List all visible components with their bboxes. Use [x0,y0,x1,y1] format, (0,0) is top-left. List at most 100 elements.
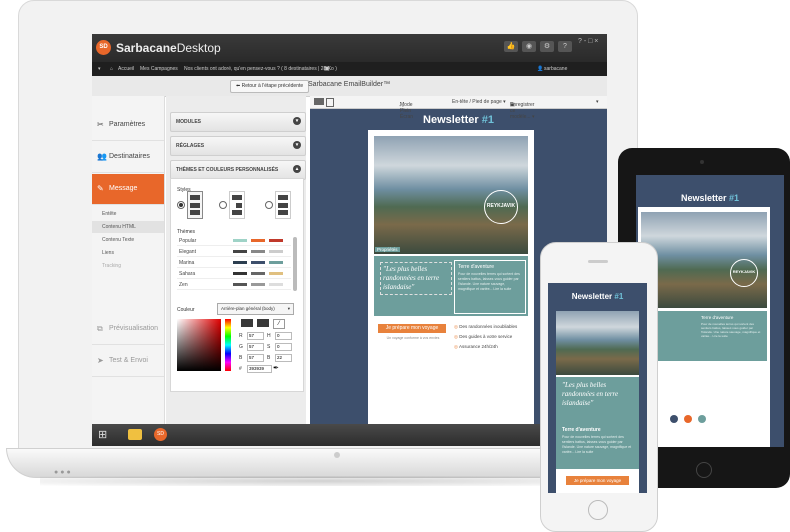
sidebar-item-test-envoi[interactable]: ➤ Test & Envoi [92,346,164,377]
theme-row[interactable]: Sahara [177,270,291,279]
theme-swatch [269,250,283,253]
theme-row[interactable]: Marina [177,259,291,268]
laptop-indicator-dots: ●●● [54,469,73,476]
h-label: H [267,333,271,339]
style-layout-2[interactable] [229,191,245,219]
preview-icon: ⧉ [97,324,103,333]
sidebar-item-message[interactable]: ✎ Message [92,174,164,205]
menu-icon[interactable]: ▾ [98,66,101,72]
tablet-badge: REYKJAVIK [730,259,758,287]
subitem-entete[interactable]: Entête [92,208,164,220]
properties-tag[interactable]: Propriétés [375,247,400,252]
settings-icon[interactable]: ⚙ [540,41,554,52]
tablet-newsletter-title: Newsletter #1 [680,193,740,203]
hue-slider[interactable] [225,319,231,371]
scissors-icon: ✂ [97,120,104,129]
brightness-input[interactable]: 22 [275,354,292,362]
r-input[interactable]: 57 [247,332,264,340]
style-layout-1[interactable] [187,191,203,219]
start-icon[interactable]: ⊞ [98,428,107,441]
app-taskbar-icon[interactable]: SD [154,428,167,441]
email-body: REYKJAVIK Propriétés "Les plus belles ra… [368,130,534,446]
sidebar-item-previsualisation[interactable]: ⧉ Prévisualisation [92,314,164,345]
couleur-label: Couleur [177,307,195,313]
tablet-teal-block: Terre d'aventure Pour de nouvelles terre… [641,311,767,361]
sidebar-item-destinataires[interactable]: 👥 Destinataires [92,142,164,173]
r-label: R [239,333,243,339]
theme-swatch [233,283,247,286]
themes-scrollbar[interactable] [293,237,297,291]
subitem-liens[interactable]: Liens [92,247,164,259]
app-title: SarbacaneDesktop [116,41,221,55]
cta-button[interactable]: Je prépare mon voyage [378,324,446,333]
accordion-reglages[interactable]: RÉGLAGES ▾ [170,136,306,156]
hex-input[interactable]: 393939 [247,365,272,373]
s-input[interactable]: 0 [275,343,292,351]
tablet-home-button[interactable] [696,462,712,478]
nav-campaigns[interactable]: Mes Campagnes [140,66,178,72]
phone-teal-block: "Les plus belles randonnées en terre isl… [556,377,639,469]
folder-icon[interactable] [128,429,142,440]
help-icon[interactable]: ? [558,41,572,52]
home-icon[interactable]: ⌂ [110,66,113,72]
color-preview-new [241,319,253,327]
theme-row[interactable]: Zen [177,281,291,290]
back-button[interactable]: ⬅ Retour à l'étape précédente [230,80,310,93]
instagram-icon[interactable] [684,415,692,423]
subitem-contenu-texte[interactable]: Contenu Texte [92,234,164,246]
no-color-icon[interactable]: ⁄ [273,319,285,329]
h-input[interactable]: 0 [275,332,292,340]
header-footer-button[interactable]: En-tête / Pied de page ▾ [452,99,506,105]
bullet-1: ◎ Des randonnées inoubliables [454,324,518,329]
theme-name: Sahara [179,271,196,277]
eyedropper-icon[interactable]: ✒ [273,364,279,372]
phone-cta-button[interactable]: Je prépare mon voyage [566,476,629,485]
bullet-3: ◎ Assurance 24h/24h [454,344,498,349]
style-radio-1[interactable] [177,201,185,209]
adventure-text: Pour de nouvelles terres qui sortent des… [458,272,520,291]
theme-swatch [269,261,283,264]
theme-row[interactable]: Popular [177,237,291,246]
b-input[interactable]: 57 [247,354,264,362]
facebook-icon[interactable] [670,415,678,423]
tablet-camera [700,160,704,164]
phone-quote: "Les plus belles randonnées en terre isl… [562,381,619,407]
adventure-box[interactable]: Terre d'aventure Pour de nouvelles terre… [454,260,526,314]
sidebar-item-parametres[interactable]: ✂ Paramètres [92,110,164,141]
theme-swatch [233,239,247,242]
s-label: S [267,344,271,350]
collapse-icon[interactable]: ▾ [596,99,599,105]
desktop-view-icon[interactable] [314,98,324,105]
color-gradient-picker[interactable] [177,319,221,371]
like-icon[interactable]: 👍 [504,41,518,52]
chevron-down-icon: ▾ [293,141,301,149]
mobile-view-icon[interactable] [326,98,334,107]
builder-toolbar: ⬅ Retour à l'étape précédente Sarbacane … [92,76,607,97]
quote-text[interactable]: "Les plus belles randonnées en terre isl… [380,262,452,295]
web-icon[interactable]: ◉ [522,41,536,52]
sidebar-item-label: Destinataires [109,153,150,160]
theme-swatch [269,283,283,286]
twitter-icon[interactable] [698,415,706,423]
phone-home-button[interactable] [588,500,608,520]
tablet-box-text: Pour de nouvelles terres qui sortent des… [701,322,761,338]
theme-name: Elegant [179,249,196,255]
accordion-modules[interactable]: MODULES ▾ [170,112,306,132]
nav-home[interactable]: Accueil [118,66,134,72]
style-layout-3[interactable] [275,191,291,219]
couleur-select[interactable]: Arrière-plan général (body) ▾ [217,303,294,315]
window-controls[interactable]: ? - □ × [578,38,598,45]
style-radio-2[interactable] [219,201,227,209]
theme-row[interactable]: Elegant [177,248,291,257]
user-menu[interactable]: sarbacane [544,66,567,72]
save-icon[interactable]: ▣ [324,65,330,72]
app-window: SD SarbacaneDesktop 👍 ◉ ⚙ ? ? - □ × ▾ ⌂ … [92,34,607,446]
sidebar-item-label: Message [109,185,138,192]
tablet-screen: Newsletter #1 REYKJAVIK Terre d'aventure… [636,175,784,447]
send-icon: ➤ [97,356,104,365]
g-input[interactable]: 57 [247,343,264,351]
subitem-tracking[interactable]: Tracking [92,260,164,272]
accordion-themes[interactable]: THÈMES ET COULEURS PERSONNALISÉS ▴ [170,160,306,180]
style-radio-3[interactable] [265,201,273,209]
subitem-contenu-html[interactable]: Contenu HTML [92,221,164,233]
